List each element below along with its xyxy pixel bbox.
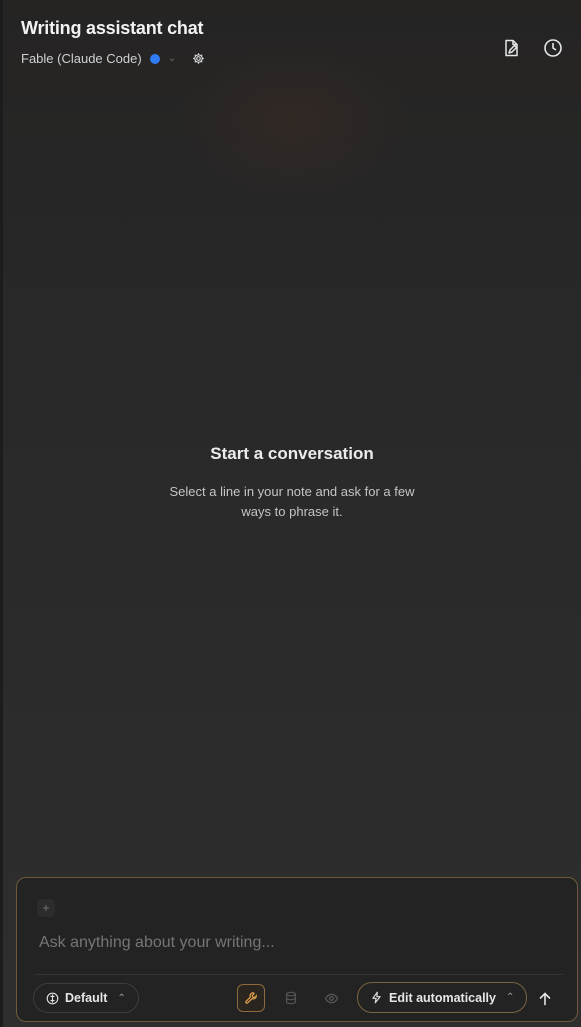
mode-selector-button[interactable]: Default ⌃ (33, 983, 139, 1013)
mode-label: Default (65, 991, 108, 1005)
arrow-up-icon (539, 992, 551, 1006)
wrench-icon (245, 992, 257, 1004)
send-button[interactable] (531, 985, 559, 1013)
chevron-down-icon[interactable]: ⌄ (168, 53, 176, 64)
gear-icon[interactable] (192, 52, 205, 65)
model-label: Fable (Claude Code) (21, 51, 142, 66)
database-icon (286, 991, 296, 1005)
chevron-up-icon: ⌃ (505, 992, 515, 1003)
empty-state-description: Select a line in your note and ask for a… (169, 484, 415, 519)
lightning-icon (372, 991, 381, 1004)
message-input[interactable] (39, 934, 539, 952)
add-attachment-icon[interactable]: + (37, 899, 55, 917)
preview-button[interactable] (317, 984, 345, 1012)
model-selector[interactable]: Fable (Claude Code) ⌄ (21, 51, 567, 66)
page-title: Writing assistant chat (21, 18, 204, 38)
new-note-icon[interactable] (497, 34, 525, 62)
mode-icon (46, 992, 59, 1004)
eye-icon (324, 993, 338, 1003)
chat-panel: Writing assistant chat Fable (Claude Cod… (0, 0, 581, 1027)
status-dot (149, 53, 160, 64)
history-icon[interactable] (539, 34, 567, 62)
composer-divider (35, 974, 563, 975)
chevron-up-icon: ⌃ (117, 992, 126, 1004)
chat-header: Writing assistant chat Fable (Claude Cod… (21, 18, 567, 66)
header-actions (497, 34, 567, 62)
composer-toolbar: Default ⌃ Edit automatically ⌃ (17, 982, 577, 1016)
empty-state-title: Start a conversation (210, 444, 374, 463)
database-button[interactable] (277, 984, 305, 1012)
empty-state: Start a conversation Select a line in yo… (3, 444, 581, 522)
edit-mode-button[interactable]: Edit automatically ⌃ (357, 982, 528, 1013)
message-composer: + Default ⌃ (16, 877, 578, 1022)
tools-button[interactable] (237, 984, 265, 1012)
edit-mode-label: Edit automatically (389, 990, 496, 1005)
